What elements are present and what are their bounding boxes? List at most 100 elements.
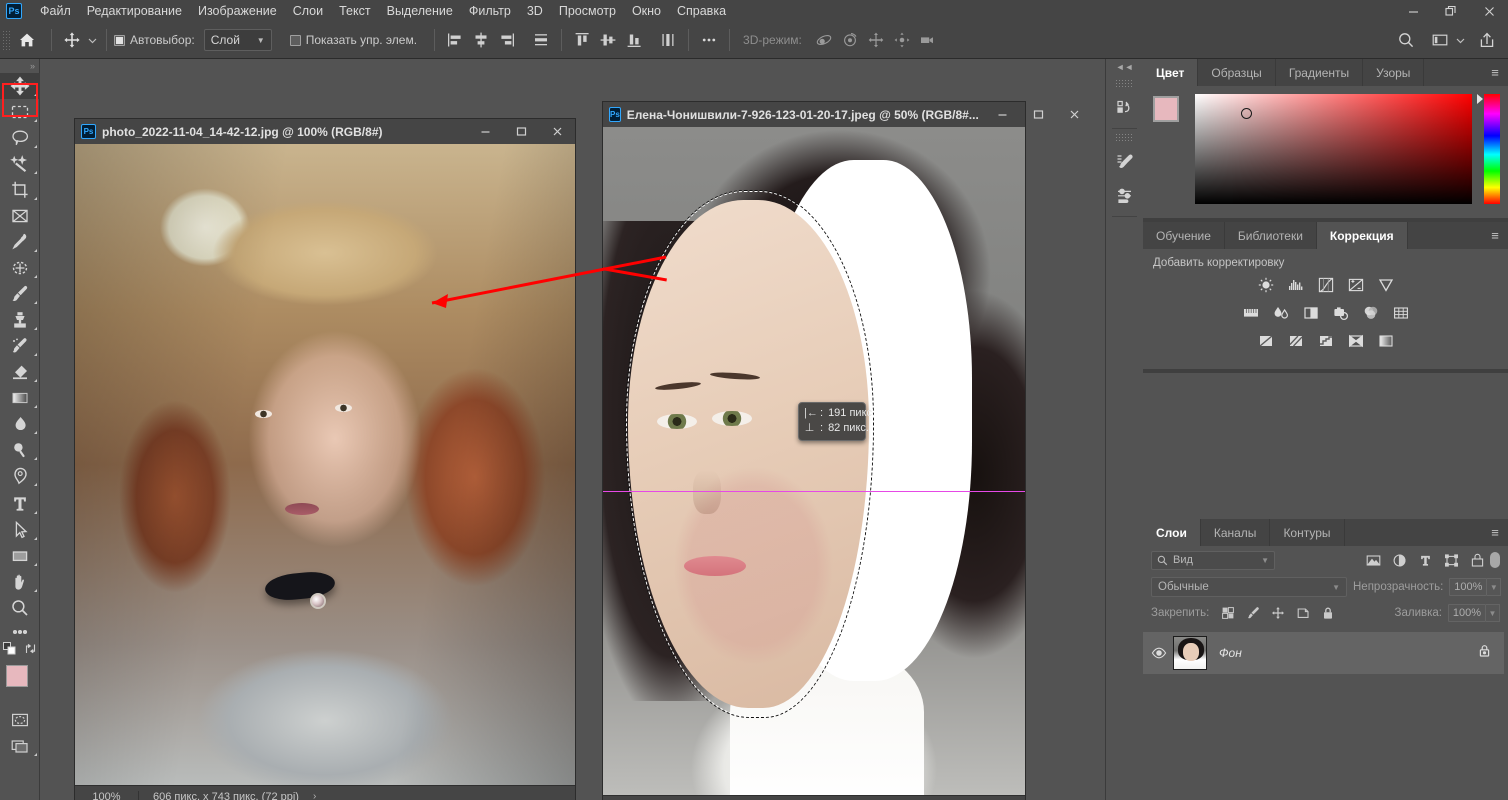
- hue-slider-handle[interactable]: [1477, 94, 1483, 104]
- sidebar-tool-frame[interactable]: [0, 203, 40, 229]
- options-bar-grip[interactable]: [2, 30, 10, 50]
- exposure-icon[interactable]: [1345, 275, 1367, 295]
- blend-mode-select[interactable]: Обычные ▼: [1151, 577, 1347, 597]
- menu-item-layers[interactable]: Слои: [285, 1, 331, 21]
- panel-menu-icon[interactable]: ≡: [1482, 59, 1508, 86]
- align-horizontal-center-icon[interactable]: [468, 27, 494, 53]
- layer-visibility-eye-icon[interactable]: [1145, 632, 1173, 674]
- chevron-down-icon[interactable]: [1453, 27, 1468, 53]
- home-icon[interactable]: [10, 25, 44, 55]
- vibrance-icon[interactable]: [1375, 275, 1397, 295]
- sidebar-tool-pen[interactable]: [0, 463, 40, 489]
- lock-nesting-icon[interactable]: [1292, 603, 1314, 623]
- tab-color[interactable]: Цвет: [1143, 59, 1199, 86]
- search-icon[interactable]: [1393, 27, 1419, 53]
- distribute-vertical-icon[interactable]: [655, 27, 681, 53]
- document-canvas-1[interactable]: [75, 144, 575, 785]
- align-vertical-center-icon[interactable]: [595, 27, 621, 53]
- color-picker-handle[interactable]: [1241, 108, 1252, 119]
- menu-item-view[interactable]: Просмотр: [551, 1, 624, 21]
- restore-icon[interactable]: [1432, 0, 1470, 22]
- workspace-icon[interactable]: [1427, 27, 1453, 53]
- panel-menu-icon[interactable]: ≡: [1482, 222, 1508, 249]
- selective-color-icon[interactable]: [1345, 331, 1367, 351]
- tab-layers[interactable]: Слои: [1143, 519, 1201, 546]
- roll-3d-icon[interactable]: [837, 27, 863, 53]
- layer-filter-select[interactable]: Вид ▼: [1151, 550, 1275, 570]
- filter-type-icon[interactable]: T: [1412, 549, 1438, 571]
- filter-enable-toggle[interactable]: [1490, 552, 1500, 568]
- lock-all-icon[interactable]: [1317, 603, 1339, 623]
- orbit-3d-icon[interactable]: [811, 27, 837, 53]
- tab-gradients[interactable]: Градиенты: [1275, 59, 1364, 86]
- double-chevron-right-icon[interactable]: »: [0, 59, 39, 73]
- tab-libraries[interactable]: Библиотеки: [1224, 222, 1317, 249]
- autoselect-checkbox[interactable]: [114, 34, 125, 46]
- document-titlebar-2[interactable]: Ps Елена-Чонишвили-7-926-123-01-20-17.jp…: [603, 102, 1079, 127]
- brightness-contrast-icon[interactable]: [1255, 275, 1277, 295]
- fill-value[interactable]: 100%: [1448, 604, 1486, 622]
- quick-mask-icon[interactable]: [0, 707, 40, 733]
- pan-3d-icon[interactable]: [863, 27, 889, 53]
- black-white-icon[interactable]: [1300, 303, 1322, 323]
- sidebar-tool-move[interactable]: [0, 73, 40, 99]
- hue-saturation-icon[interactable]: [1240, 303, 1262, 323]
- minimize-icon[interactable]: [467, 119, 503, 144]
- sidebar-tool-dodge[interactable]: [0, 437, 40, 463]
- sidebar-tool-object-selection[interactable]: [0, 151, 40, 177]
- document-canvas-2[interactable]: [603, 127, 1025, 795]
- menu-item-window[interactable]: Окно: [624, 1, 669, 21]
- move-tool-icon[interactable]: [59, 27, 85, 53]
- sidebar-tool-zoom[interactable]: [0, 595, 40, 621]
- sidebar-tool-type[interactable]: T: [0, 489, 40, 517]
- sidebar-tool-history-brush[interactable]: [0, 333, 40, 359]
- align-bottom-icon[interactable]: [621, 27, 647, 53]
- autoselect-scope-select[interactable]: Слой ▼: [203, 29, 272, 51]
- ellipsis-icon[interactable]: [696, 27, 722, 53]
- tab-learn[interactable]: Обучение: [1143, 222, 1225, 249]
- opacity-value[interactable]: 100%: [1449, 578, 1488, 596]
- sidebar-tool-eraser[interactable]: [0, 359, 40, 385]
- foreground-color-swatch[interactable]: [1153, 96, 1179, 122]
- posterize-icon[interactable]: [1285, 331, 1307, 351]
- document-window-1[interactable]: Ps photo_2022-11-04_14-42-12.jpg @ 100% …: [74, 118, 576, 800]
- layer-thumbnail[interactable]: [1173, 636, 1207, 670]
- maximize-icon[interactable]: [503, 119, 539, 144]
- filter-smart-icon[interactable]: [1464, 549, 1490, 571]
- brush-presets-button[interactable]: [1106, 179, 1144, 213]
- curves-icon[interactable]: [1315, 275, 1337, 295]
- sidebar-tool-healing-brush[interactable]: [0, 255, 40, 281]
- maximize-icon[interactable]: [1021, 102, 1057, 127]
- sidebar-tool-crop[interactable]: [0, 177, 40, 203]
- statusbar-expand-arrow-1[interactable]: ›: [313, 791, 316, 800]
- layer-locked-icon[interactable]: [1477, 643, 1492, 663]
- document-titlebar-1[interactable]: Ps photo_2022-11-04_14-42-12.jpg @ 100% …: [75, 119, 575, 144]
- sidebar-tool-eyedropper[interactable]: [0, 229, 40, 255]
- tab-swatches[interactable]: Образцы: [1198, 59, 1276, 86]
- tab-patterns[interactable]: Узоры: [1363, 59, 1425, 86]
- menu-item-image[interactable]: Изображение: [190, 1, 285, 21]
- align-top-icon[interactable]: [569, 27, 595, 53]
- brush-settings-button[interactable]: [1106, 145, 1144, 179]
- sidebar-tool-rectangle[interactable]: [0, 543, 40, 569]
- default-colors-icon[interactable]: [2, 642, 16, 660]
- screen-mode-icon[interactable]: [0, 733, 40, 759]
- slide-3d-icon[interactable]: [889, 27, 915, 53]
- filter-adjustment-icon[interactable]: [1386, 549, 1412, 571]
- color-field[interactable]: [1195, 94, 1472, 204]
- channel-mixer-icon[interactable]: [1360, 303, 1382, 323]
- lock-transparent-icon[interactable]: [1217, 603, 1239, 623]
- close-icon[interactable]: [1470, 0, 1508, 22]
- tab-adjustments[interactable]: Коррекция: [1316, 222, 1408, 249]
- tool-preset-chevron-down-icon[interactable]: [85, 27, 99, 53]
- layer-name[interactable]: Фон: [1219, 646, 1242, 660]
- lock-position-icon[interactable]: [1267, 603, 1289, 623]
- invert-icon[interactable]: [1255, 331, 1277, 351]
- minimize-icon[interactable]: [985, 102, 1021, 127]
- sidebar-tool-edit-toolbar[interactable]: [0, 621, 40, 643]
- color-lookup-icon[interactable]: [1390, 303, 1412, 323]
- tab-channels[interactable]: Каналы: [1200, 519, 1271, 546]
- fill-stepper-chevron-down-icon[interactable]: ▼: [1486, 604, 1500, 622]
- menu-item-edit[interactable]: Редактирование: [79, 1, 190, 21]
- camera-3d-icon[interactable]: [915, 27, 941, 53]
